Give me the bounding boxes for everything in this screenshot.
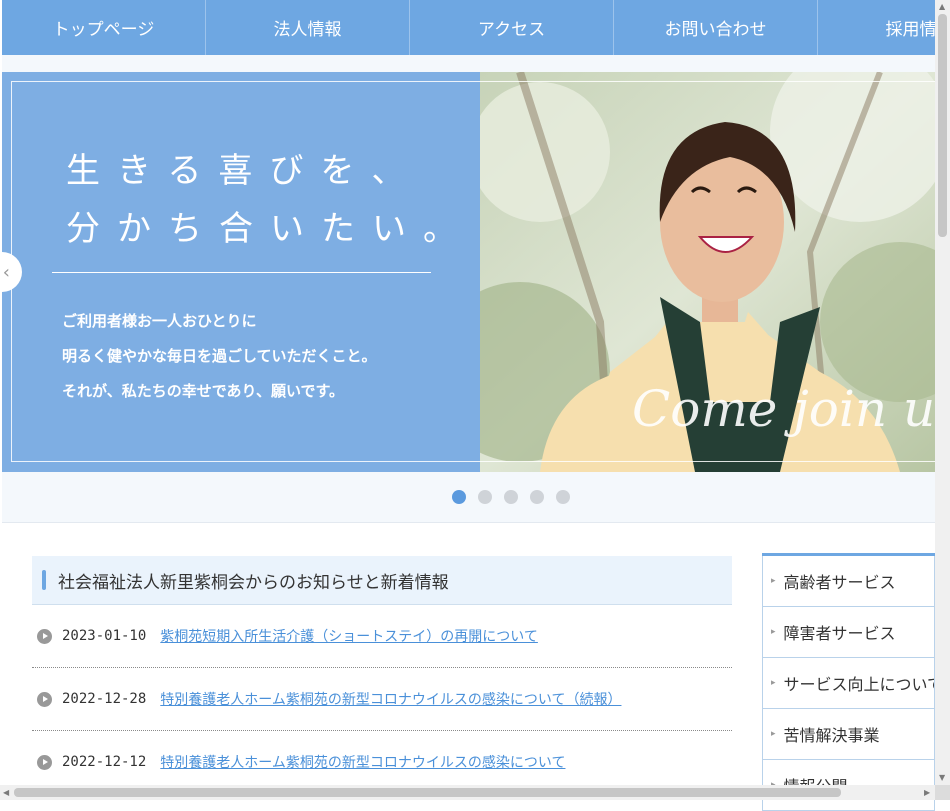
chevron-left-icon: ‹ xyxy=(2,261,10,283)
news-link[interactable]: 特別養護老人ホーム紫桐苑の新型コロナウイルスの感染について xyxy=(160,752,565,772)
slider-dot-3[interactable] xyxy=(504,490,518,504)
play-circle-icon xyxy=(37,754,52,770)
news-header: 社会福祉法人新里紫桐会からのお知らせと新着情報 xyxy=(32,556,732,605)
news-section: 社会福祉法人新里紫桐会からのお知らせと新着情報 2023-01-10 紫桐苑短期… xyxy=(32,556,732,794)
heading-accent-bar xyxy=(42,570,46,590)
news-heading: 社会福祉法人新里紫桐会からのお知らせと新着情報 xyxy=(58,572,449,593)
vertical-scrollbar[interactable]: ▲ ▼ xyxy=(935,0,950,785)
nav-item-access[interactable]: アクセス xyxy=(410,0,614,55)
hero-divider xyxy=(52,272,431,273)
hero-script-text: Come join us xyxy=(632,380,935,438)
horizontal-scrollbar[interactable]: ◀ ▶ xyxy=(0,785,935,800)
news-item: 2023-01-10 紫桐苑短期入所生活介護（ショートステイ）の再開について xyxy=(32,605,732,668)
slider-dot-1[interactable] xyxy=(452,490,466,504)
hero-text-line3: それが、私たちの幸せであり、願いです。 xyxy=(62,382,345,400)
slider-dot-5[interactable] xyxy=(556,490,570,504)
news-item: 2022-12-28 特別養護老人ホーム紫桐苑の新型コロナウイルスの感染について… xyxy=(32,668,732,731)
nav-item-contact[interactable]: お問い合わせ xyxy=(614,0,818,55)
horizontal-scroll-thumb[interactable] xyxy=(14,788,841,797)
news-date: 2022-12-12 xyxy=(62,754,147,770)
side-menu-elderly-services[interactable]: ▸ 高齢者サービス xyxy=(762,556,935,607)
caret-right-icon: ▸ xyxy=(771,729,776,739)
scroll-up-icon[interactable]: ▲ xyxy=(939,2,945,11)
caret-right-icon: ▸ xyxy=(771,678,776,688)
hero-slide[interactable]: 生きる喜びを、 分かち合いたい。 ご利用者様お一人おひとりに 明るく健やかな毎日… xyxy=(2,72,935,472)
side-menu-complaints[interactable]: ▸ 苦情解決事業 xyxy=(762,709,935,760)
hero-title: 生きる喜びを、 分かち合いたい。 xyxy=(66,142,474,258)
scroll-down-icon[interactable]: ▼ xyxy=(939,773,945,782)
top-nav: トップページ 法人情報 アクセス お問い合わせ 採用情報 xyxy=(2,0,935,55)
slider-dot-4[interactable] xyxy=(530,490,544,504)
news-date: 2022-12-28 xyxy=(62,691,147,707)
news-date: 2023-01-10 xyxy=(62,628,147,644)
play-circle-icon xyxy=(37,628,52,644)
hero-text-line2: 明るく健やかな毎日を過ごしていただくこと。 xyxy=(62,347,377,365)
side-menu-label: 障害者サービス xyxy=(783,624,896,643)
side-menu-service-improvement[interactable]: ▸ サービス向上について xyxy=(762,658,935,709)
nav-item-corporate-info[interactable]: 法人情報 xyxy=(206,0,410,55)
news-link[interactable]: 紫桐苑短期入所生活介護（ショートステイ）の再開について xyxy=(160,626,538,646)
vertical-scroll-thumb[interactable] xyxy=(938,14,947,237)
slider-dot-2[interactable] xyxy=(478,490,492,504)
side-menu-label: サービス向上について xyxy=(783,675,935,694)
caret-right-icon: ▸ xyxy=(771,627,776,637)
hero-title-line1: 生きる喜びを、 xyxy=(66,151,423,191)
scroll-left-icon[interactable]: ◀ xyxy=(3,788,9,797)
side-menu-label: 苦情解決事業 xyxy=(783,726,880,745)
hero-title-line2: 分かち合いたい。 xyxy=(66,209,474,249)
nav-item-top[interactable]: トップページ xyxy=(2,0,206,55)
scrollbar-corner xyxy=(935,785,950,800)
nav-item-recruit[interactable]: 採用情報 xyxy=(818,0,936,55)
side-menu-disability-services[interactable]: ▸ 障害者サービス xyxy=(762,607,935,658)
scroll-right-icon[interactable]: ▶ xyxy=(924,788,930,797)
side-menu-label: 高齢者サービス xyxy=(783,573,896,592)
hero-text-line1: ご利用者様お一人おひとりに xyxy=(62,312,257,330)
caret-right-icon: ▸ xyxy=(771,576,776,586)
news-link[interactable]: 特別養護老人ホーム紫桐苑の新型コロナウイルスの感染について（続報） xyxy=(160,689,621,709)
slider-pagination xyxy=(452,490,570,504)
hero-text: ご利用者様お一人おひとりに 明るく健やかな毎日を過ごしていただくこと。 それが、… xyxy=(62,304,377,409)
side-menu: ▸ 高齢者サービス ▸ 障害者サービス ▸ サービス向上について ▸ 苦情解決事… xyxy=(762,553,935,811)
play-circle-icon xyxy=(37,691,52,707)
